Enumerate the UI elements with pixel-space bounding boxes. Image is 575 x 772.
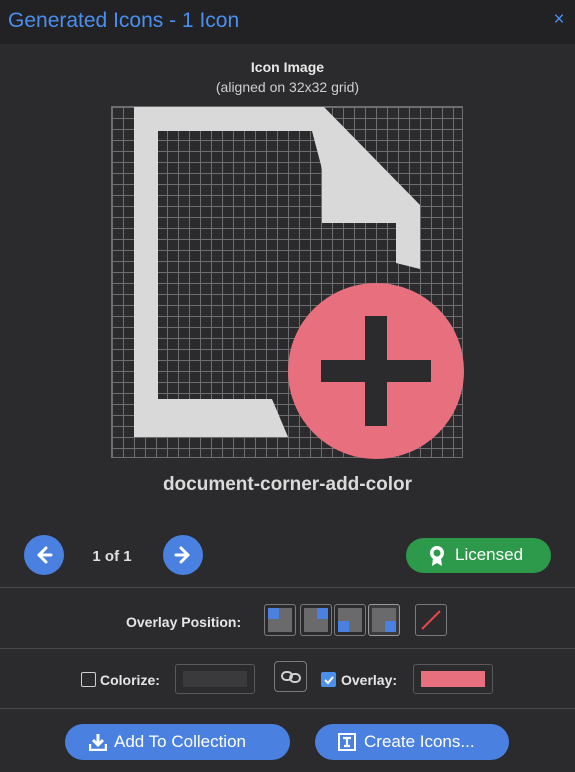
add-to-collection-label: Add To Collection xyxy=(114,732,246,751)
preview-subheading: (aligned on 32x32 grid) xyxy=(215,79,360,95)
position-bottom-right-icon xyxy=(372,608,396,632)
colorize-label: Colorize: xyxy=(100,672,160,688)
licensed-button[interactable]: Licensed xyxy=(406,538,551,573)
divider xyxy=(0,587,575,588)
link-icon xyxy=(281,671,301,683)
colorize-color-picker[interactable] xyxy=(175,664,255,694)
position-top-right-icon xyxy=(304,608,328,632)
icon-preview-grid xyxy=(111,106,464,459)
pager-text: 1 of 1 xyxy=(92,548,132,565)
divider xyxy=(0,648,575,649)
title-bar: Generated Icons - 1 Icon × xyxy=(0,0,575,44)
overlay-color-picker[interactable] xyxy=(413,664,493,694)
arrow-right-icon xyxy=(174,546,190,564)
preview-heading: Icon Image xyxy=(250,59,325,75)
overlay-position-bottom-left-button[interactable] xyxy=(334,604,366,636)
overlay-position-none-button[interactable] xyxy=(415,604,447,636)
checkmark-icon xyxy=(324,676,334,685)
colorize-swatch xyxy=(183,671,247,687)
download-icon xyxy=(89,734,107,751)
previous-button[interactable] xyxy=(24,535,64,575)
overlay-position-label: Overlay Position: xyxy=(126,614,242,630)
overlay-position-top-right-button[interactable] xyxy=(300,604,332,636)
overlay-checkbox[interactable] xyxy=(321,672,336,687)
text-frame-icon xyxy=(338,733,356,751)
colorize-checkbox[interactable] xyxy=(81,672,96,687)
overlay-label: Overlay: xyxy=(341,672,398,688)
position-bottom-left-icon xyxy=(338,608,362,632)
close-icon[interactable]: × xyxy=(549,9,569,31)
licensed-label: Licensed xyxy=(455,545,524,564)
document-corner-add-icon xyxy=(134,107,464,459)
icon-name: document-corner-add-color xyxy=(162,474,413,495)
arrow-left-icon xyxy=(37,546,53,564)
award-icon xyxy=(430,546,444,566)
dialog-title: Generated Icons - 1 Icon xyxy=(8,9,240,32)
overlay-swatch xyxy=(421,671,485,687)
create-icons-button[interactable]: Create Icons... xyxy=(315,724,509,760)
no-overlay-icon xyxy=(421,610,441,630)
create-icons-label: Create Icons... xyxy=(364,732,475,751)
position-top-left-icon xyxy=(268,608,292,632)
overlay-position-top-left-button[interactable] xyxy=(264,604,296,636)
add-to-collection-button[interactable]: Add To Collection xyxy=(65,724,290,760)
link-colors-button[interactable] xyxy=(274,661,307,692)
next-button[interactable] xyxy=(163,535,203,575)
divider xyxy=(0,708,575,709)
overlay-position-bottom-right-button[interactable] xyxy=(368,604,400,636)
